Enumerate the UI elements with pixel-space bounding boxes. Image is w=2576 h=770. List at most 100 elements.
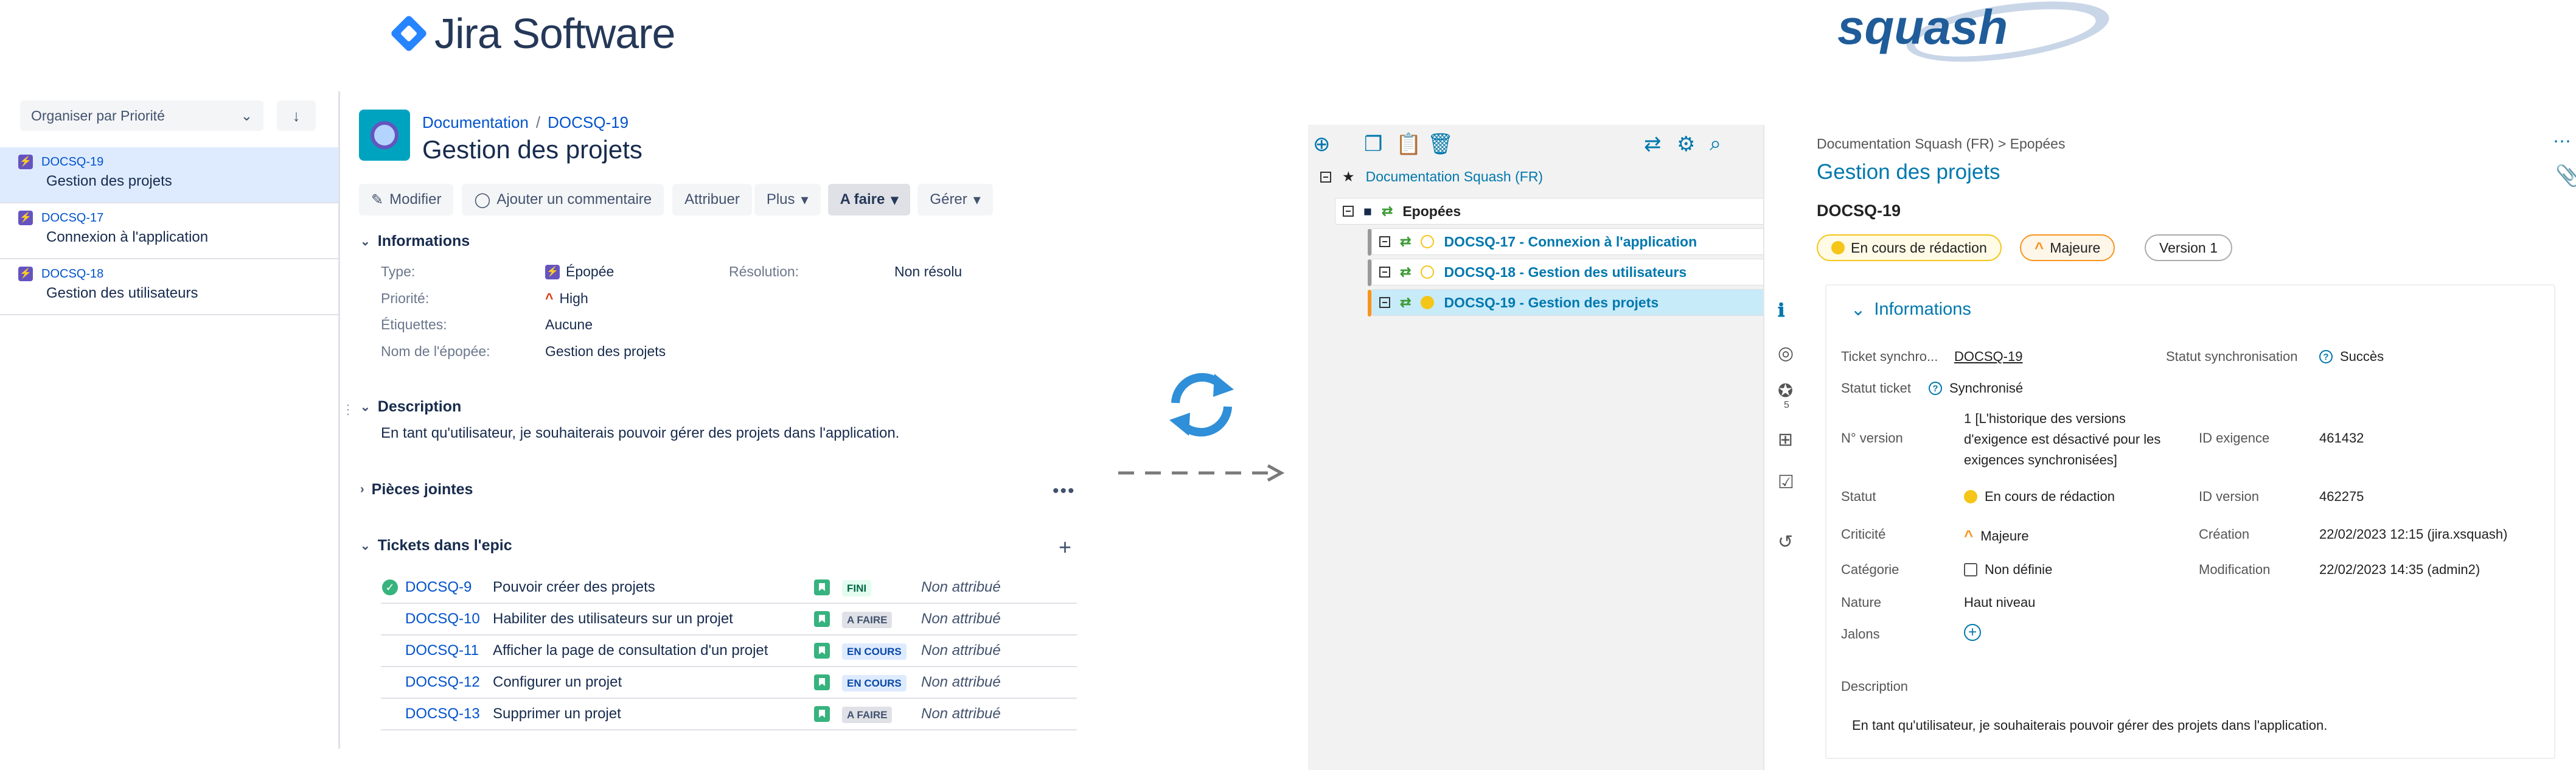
breadcrumb-project-link[interactable]: Documentation: [422, 113, 529, 131]
table-row[interactable]: DOCSQ-10 Habiliter des utilisateurs sur …: [381, 604, 1077, 635]
ticket-key-link[interactable]: DOCSQ-10: [405, 611, 493, 628]
story-icon: [814, 579, 830, 595]
collapse-icon[interactable]: [1320, 171, 1331, 183]
version-pill[interactable]: Version 1: [2145, 234, 2232, 261]
manage-button[interactable]: Gérer ▾: [917, 184, 993, 215]
folder-label: Epopées: [1402, 203, 1461, 219]
table-row[interactable]: DOCSQ-11 Afficher la page de consultatio…: [381, 635, 1077, 667]
informations-section-toggle[interactable]: ⌄ Informations: [360, 233, 470, 250]
issue-toolbar: ✎ Modifier ◯ Ajouter un commentaire Attrib…: [359, 184, 993, 215]
assign-label: Attribuer: [684, 191, 740, 208]
row-spacer: [382, 706, 398, 722]
copy-icon[interactable]: ❐: [1364, 132, 1382, 156]
gear-icon[interactable]: ⚙: [1677, 132, 1695, 156]
criticality-pill[interactable]: ^ Majeure: [2020, 234, 2115, 261]
sort-by-select[interactable]: Organiser par Priorité ⌄: [20, 100, 263, 131]
sync-status-text: Succès: [2340, 349, 2384, 364]
epic-tickets-section-toggle[interactable]: ⌄ Tickets dans l'epic: [360, 537, 512, 555]
sort-direction-button[interactable]: ↓: [277, 100, 316, 131]
attachments-section-toggle[interactable]: › Pièces jointes: [360, 481, 473, 499]
add-comment-button[interactable]: ◯ Ajouter un commentaire: [462, 184, 664, 215]
add-ticket-icon[interactable]: +: [1059, 534, 1071, 560]
collapse-icon[interactable]: [1343, 206, 1354, 217]
status-indicator-icon: [1421, 235, 1435, 248]
tree-root-item[interactable]: ★ Documentation Squash (FR): [1320, 169, 1543, 185]
field-label: Ticket synchro...: [1841, 349, 1938, 364]
breadcrumb: Documentation / DOCSQ-19: [422, 113, 629, 131]
sort-by-label: Organiser par Priorité: [31, 107, 165, 124]
history-icon[interactable]: ↺: [1778, 531, 1793, 553]
field-label: Criticité: [1841, 527, 1886, 542]
checklist-icon[interactable]: ☑: [1778, 472, 1794, 493]
transfer-icon[interactable]: ⇄: [1644, 132, 1662, 156]
add-icon[interactable]: ⊕: [1313, 132, 1331, 156]
issue-list-item[interactable]: ⚡ DOCSQ-18 Gestion des utilisateurs: [0, 259, 338, 315]
priority-high-icon: ^: [545, 290, 554, 306]
epic-icon: ⚡: [18, 267, 33, 281]
table-row[interactable]: ✓ DOCSQ-9 Pouvoir créer des projets FINI…: [381, 572, 1077, 604]
section-heading: Description: [377, 398, 462, 415]
award-icon[interactable]: ✪: [1778, 380, 1793, 402]
jira-logo: Jira Software: [389, 6, 675, 61]
edit-button[interactable]: ✎ Modifier: [359, 184, 454, 215]
field-label: N° version: [1841, 430, 1903, 446]
comment-icon: ◯: [474, 191, 491, 208]
target-icon[interactable]: ◎: [1778, 343, 1794, 364]
ticket-key-link[interactable]: DOCSQ-12: [405, 674, 493, 691]
collapse-icon[interactable]: [1379, 236, 1390, 247]
ticket-key-link[interactable]: DOCSQ-11: [405, 642, 493, 659]
field-label: Statut: [1841, 489, 1876, 504]
chevron-down-icon: ⌄: [1851, 300, 1866, 320]
resize-handle[interactable]: ⋮: [341, 402, 355, 418]
status-button[interactable]: A faire ▾: [827, 184, 911, 215]
status-pill[interactable]: En cours de rédaction: [1817, 234, 2002, 261]
more-options-icon[interactable]: •••: [1053, 481, 1076, 502]
done-check-icon: ✓: [382, 579, 398, 595]
hierarchy-icon[interactable]: ⊞: [1778, 429, 1793, 450]
add-milestone-icon[interactable]: +: [1964, 624, 1981, 641]
table-row[interactable]: DOCSQ-13 Supprimer un projet A FAIRE Non…: [381, 699, 1077, 730]
attachment-icon[interactable]: 📎: [2555, 164, 2576, 188]
ticket-key-link[interactable]: DOCSQ-9: [405, 579, 493, 596]
field-label: ID exigence: [2199, 430, 2270, 446]
requirement-key: DOCSQ-19: [1817, 201, 1901, 220]
issue-list-item[interactable]: ⚡ DOCSQ-19 Gestion des projets: [0, 147, 338, 203]
modified-value: 22/02/2023 14:35 (admin2): [2319, 562, 2480, 577]
paste-icon[interactable]: 📋: [1396, 132, 1421, 156]
row-spacer: [382, 643, 398, 659]
sync-ticket-link[interactable]: DOCSQ-19: [1954, 349, 2022, 365]
more-label: Plus: [766, 191, 795, 208]
criticality-icon: ^: [2035, 238, 2044, 257]
section-heading: Informations: [1874, 299, 1971, 319]
collapse-icon[interactable]: [1379, 297, 1390, 308]
issue-summary: Connexion à l'application: [46, 229, 209, 245]
issue-summary: Gestion des utilisateurs: [46, 285, 198, 301]
informations-section-toggle[interactable]: ⌄ Informations: [1851, 299, 1971, 320]
ticket-assignee: Non attribué: [921, 674, 1001, 690]
issue-key: DOCSQ-19: [41, 155, 104, 169]
issue-list-item[interactable]: ⚡ DOCSQ-17 Connexion à l'application: [0, 203, 338, 259]
status-text: En cours de rédaction: [1985, 489, 2115, 504]
collapse-icon[interactable]: [1379, 267, 1390, 278]
description-section-toggle[interactable]: ⌄ Description: [360, 398, 461, 416]
project-avatar: [359, 110, 410, 161]
status-indicator-icon: [1831, 241, 1845, 254]
field-label: Nom de l'épopée:: [381, 343, 490, 359]
more-options-icon[interactable]: ⋯: [2553, 131, 2571, 152]
help-icon[interactable]: ?: [1929, 382, 1942, 395]
more-button[interactable]: Plus ▾: [754, 184, 821, 215]
epic-icon: ⚡: [18, 211, 33, 225]
assign-button[interactable]: Attribuer: [672, 184, 752, 215]
ticket-assignee: Non attribué: [921, 642, 1001, 659]
delete-icon[interactable]: 🗑: [1427, 132, 1453, 156]
chevron-down-icon: ⌄: [360, 539, 371, 553]
help-icon[interactable]: ?: [2319, 350, 2333, 363]
breadcrumb: Documentation Squash (FR) > Epopées: [1817, 136, 2066, 152]
breadcrumb-issue-link[interactable]: DOCSQ-19: [548, 113, 628, 131]
ticket-key-link[interactable]: DOCSQ-13: [405, 705, 493, 723]
informations-panel: ⌄ Informations Ticket synchro... DOCSQ-19…: [1825, 284, 2555, 759]
info-icon[interactable]: ℹ: [1778, 300, 1784, 321]
search-icon[interactable]: ⌕: [1710, 132, 1721, 156]
table-row[interactable]: DOCSQ-12 Configurer un projet EN COURS N…: [381, 667, 1077, 699]
row-spacer: [382, 611, 398, 627]
